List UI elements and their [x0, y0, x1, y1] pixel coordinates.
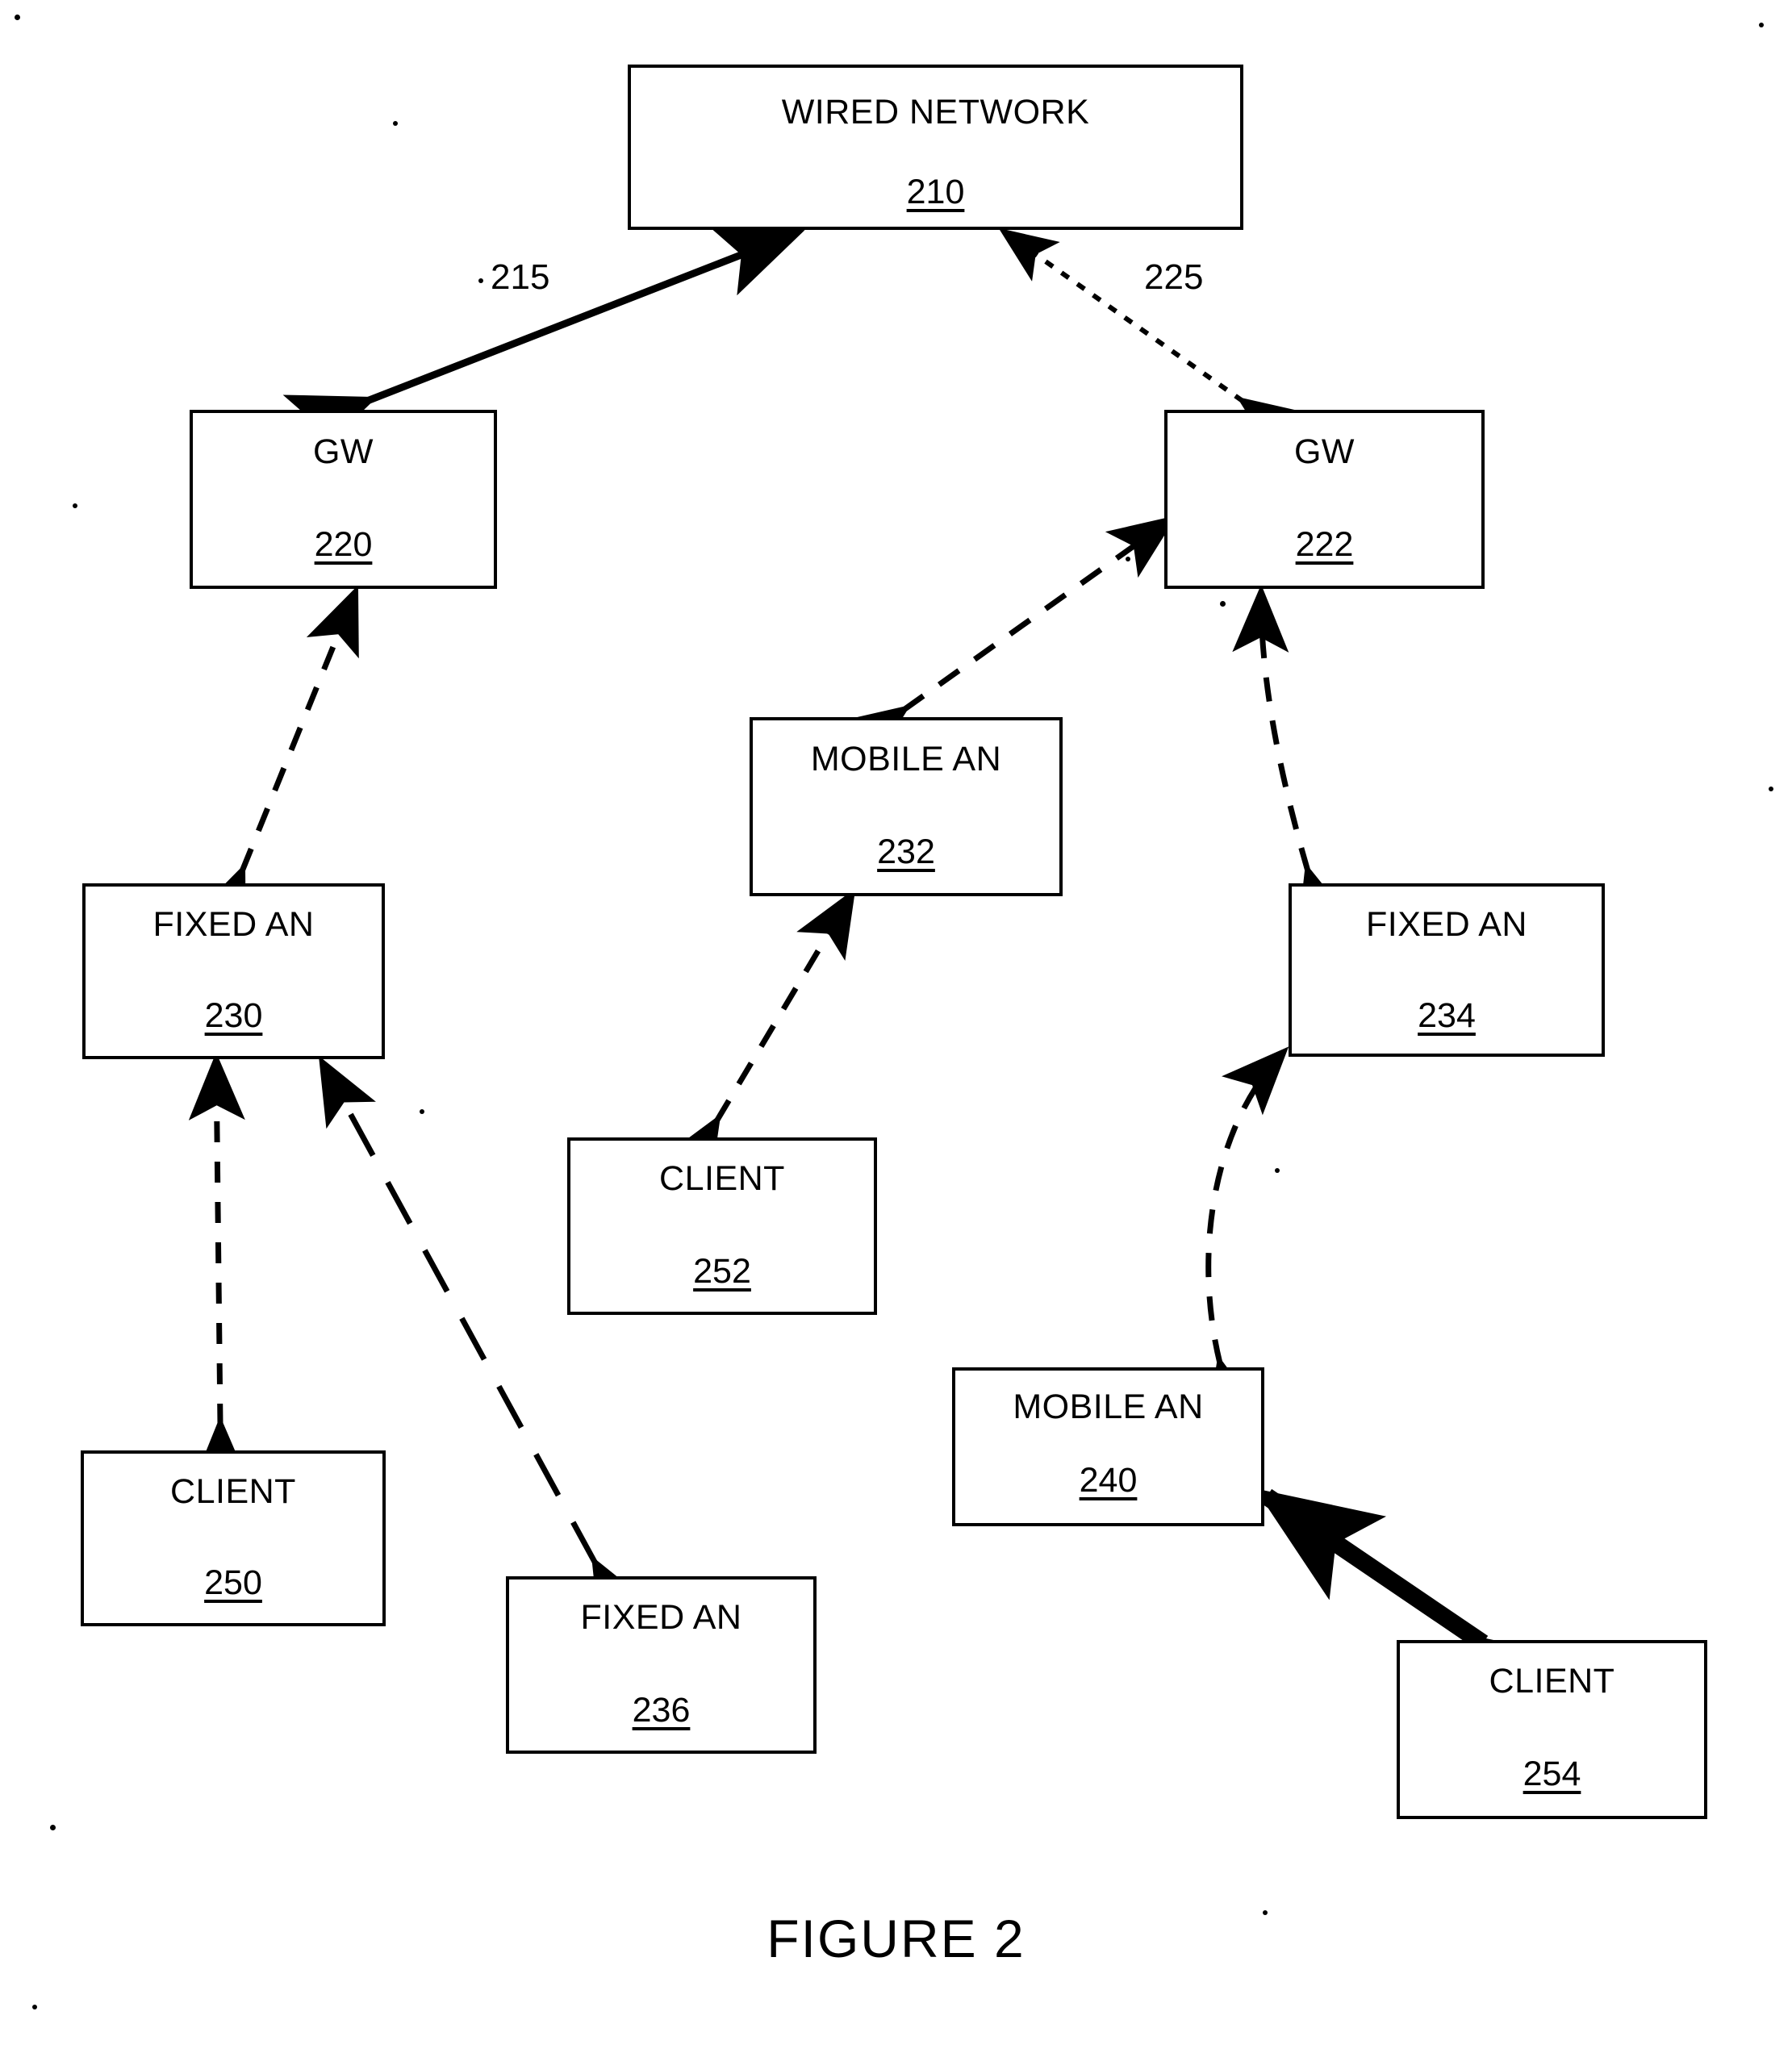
scan-speck: [393, 121, 398, 126]
scan-speck: [1220, 601, 1226, 607]
node-client-250[interactable]: CLIENT 250: [81, 1450, 386, 1626]
edge-240-234: [1205, 1046, 1289, 1428]
edge-230-220: [193, 585, 359, 937]
figure-caption: FIGURE 2: [767, 1909, 1025, 1968]
scan-speck: [50, 1825, 56, 1830]
node-title: GW: [312, 432, 374, 471]
node-title: CLIENT: [1489, 1662, 1615, 1701]
node-client-252[interactable]: CLIENT 252: [567, 1137, 877, 1315]
edge-label-225: 225: [1144, 257, 1204, 297]
node-title: CLIENT: [659, 1159, 785, 1198]
node-fixed-an-234[interactable]: FIXED AN 234: [1289, 883, 1605, 1057]
node-mobile-an-240[interactable]: MOBILE AN 240: [952, 1367, 1264, 1526]
node-ref: 252: [693, 1252, 751, 1291]
edge-234-222: [1232, 584, 1352, 937]
node-title: FIXED AN: [580, 1598, 742, 1637]
node-client-254[interactable]: CLIENT 254: [1397, 1640, 1707, 1819]
node-title: WIRED NETWORK: [781, 93, 1090, 131]
edge-222-210: [998, 227, 1298, 450]
node-title: FIXED AN: [152, 905, 315, 944]
scan-speck: [1769, 787, 1773, 791]
node-ref: 220: [314, 525, 373, 564]
edge-232-222: [838, 515, 1177, 768]
scan-speck: [1759, 23, 1764, 27]
node-wired-network[interactable]: WIRED NETWORK 210: [628, 65, 1243, 230]
scan-speck: [478, 278, 483, 283]
node-ref: 254: [1523, 1755, 1581, 1793]
edge-250-230: [188, 1052, 249, 1484]
node-mobile-an-232[interactable]: MOBILE AN 232: [750, 717, 1063, 896]
figure-page: WIRED NETWORK 210 GW 220 GW 222 MOBILE A…: [0, 0, 1792, 2049]
scan-speck: [420, 1109, 424, 1114]
scan-speck: [1126, 557, 1130, 561]
scan-speck: [32, 2005, 37, 2009]
node-ref: 240: [1079, 1461, 1138, 1500]
scan-speck: [73, 503, 77, 508]
node-title: MOBILE AN: [810, 740, 1002, 778]
scan-speck: [15, 15, 20, 20]
node-ref: 210: [906, 173, 965, 211]
node-title: FIXED AN: [1366, 905, 1527, 944]
node-gw-220[interactable]: GW 220: [190, 410, 497, 589]
edge-label-215: 215: [491, 257, 550, 297]
node-title: GW: [1293, 432, 1355, 471]
node-ref: 230: [204, 996, 263, 1035]
edge-252-232: [662, 887, 856, 1187]
node-ref: 236: [632, 1691, 691, 1730]
node-title: MOBILE AN: [1013, 1388, 1204, 1426]
node-ref: 232: [877, 833, 935, 871]
node-ref: 222: [1295, 525, 1354, 564]
node-fixed-an-230[interactable]: FIXED AN 230: [82, 883, 385, 1059]
node-ref: 250: [204, 1563, 262, 1602]
edge-254-240: [1255, 1488, 1603, 1747]
node-title: CLIENT: [170, 1472, 296, 1511]
scan-speck: [1275, 1168, 1280, 1173]
edge-220-210: [282, 227, 805, 463]
scan-speck: [1263, 1910, 1268, 1915]
node-gw-222[interactable]: GW 222: [1164, 410, 1485, 589]
node-fixed-an-236[interactable]: FIXED AN 236: [506, 1576, 817, 1754]
node-ref: 234: [1418, 996, 1476, 1035]
